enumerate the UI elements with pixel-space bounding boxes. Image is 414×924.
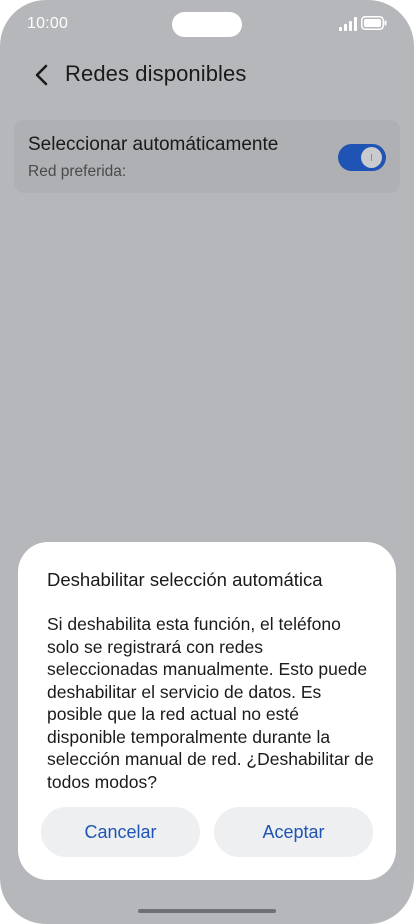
chevron-left-icon [35,64,48,86]
accept-button[interactable]: Aceptar [214,807,373,857]
auto-select-setting-card[interactable]: Seleccionar automáticamente Red preferid… [14,120,400,193]
toggle-knob [361,147,382,168]
dialog-button-row: Cancelar Aceptar [41,807,373,857]
battery-icon [361,16,387,30]
status-time: 10:00 [27,15,69,32]
cancel-button[interactable]: Cancelar [41,807,200,857]
dialog-message: Si deshabilita esta función, el teléfono… [47,614,374,792]
phone-screen: 10:00 Redes disponibles Seleccionar auto… [0,0,414,924]
signal-icon [339,17,357,31]
disable-auto-select-dialog: Deshabilitar selección automática Si des… [18,542,396,880]
back-button[interactable] [28,61,56,89]
setting-title: Seleccionar automáticamente [28,134,279,155]
status-bar: 10:00 [0,0,414,50]
dynamic-island [172,12,242,37]
setting-subtitle: Red preferida: [28,163,127,180]
page-title: Redes disponibles [65,61,247,86]
header: Redes disponibles [0,55,414,97]
dialog-title: Deshabilitar selección automática [47,569,323,590]
auto-select-toggle[interactable] [338,144,386,171]
home-indicator[interactable] [138,909,276,913]
